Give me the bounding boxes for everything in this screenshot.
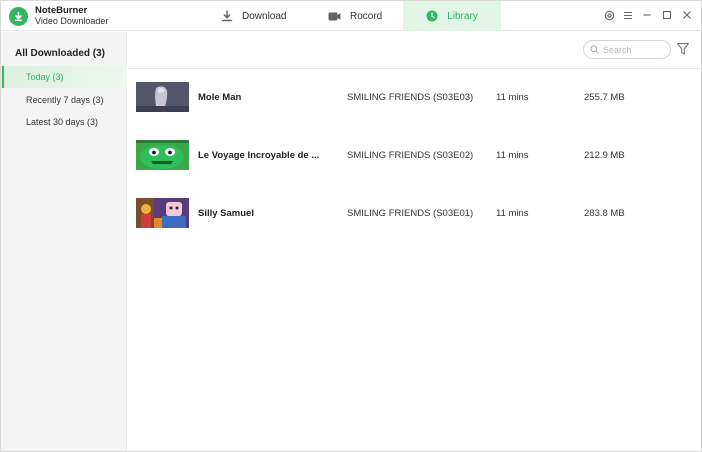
app-subtitle: Video Downloader <box>35 16 109 26</box>
tab-record[interactable]: Rocord <box>328 1 382 31</box>
close-icon <box>683 11 691 19</box>
menu-icon <box>624 11 632 19</box>
video-size: 212.9 MB <box>584 149 625 161</box>
video-duration: 11 mins <box>496 91 529 103</box>
tab-download-label: Download <box>242 10 287 22</box>
sidebar: All Downloaded (3) Today (3) Recently 7 … <box>1 32 127 451</box>
video-title: Silly Samuel <box>198 207 254 219</box>
filter-icon <box>676 42 690 55</box>
video-thumbnail <box>136 82 189 112</box>
sidebar-item-latest-30-days[interactable]: Latest 30 days (3) <box>1 111 127 133</box>
sidebar-item-recently-7-days[interactable]: Recently 7 days (3) <box>1 89 127 111</box>
video-size: 255.7 MB <box>584 91 625 103</box>
menu-button[interactable] <box>621 8 635 22</box>
sidebar-item-today[interactable]: Today (3) <box>1 66 127 88</box>
video-thumbnail <box>136 198 189 228</box>
video-row-mole-man[interactable]: Mole Man SMILING FRIENDS (S03E03) 11 min… <box>128 68 701 126</box>
minimize-icon <box>643 14 651 16</box>
filter-button[interactable] <box>676 42 690 56</box>
clock-icon <box>426 10 438 22</box>
maximize-icon <box>662 10 672 20</box>
video-duration: 11 mins <box>496 207 529 219</box>
close-button[interactable] <box>680 8 694 22</box>
search-icon <box>590 45 599 54</box>
video-series: SMILING FRIENDS (S03E02) <box>347 149 474 161</box>
record-camera-icon <box>328 12 341 20</box>
maximize-button[interactable] <box>660 8 674 22</box>
minimize-button[interactable] <box>640 8 654 22</box>
settings-button[interactable] <box>602 8 616 22</box>
video-duration: 11 mins <box>496 149 529 161</box>
search-input[interactable] <box>603 44 663 55</box>
app-name: NoteBurner <box>35 5 88 16</box>
video-series: SMILING FRIENDS (S03E03) <box>347 91 474 103</box>
tab-library[interactable]: Library <box>403 1 501 31</box>
video-series: SMILING FRIENDS (S03E01) <box>347 207 474 219</box>
video-thumbnail <box>136 140 189 170</box>
library-toolbar <box>128 32 701 69</box>
tab-record-label: Rocord <box>350 10 383 22</box>
app-logo-icon <box>9 6 28 26</box>
video-title: Mole Man <box>198 91 242 103</box>
video-row-le-voyage[interactable]: Le Voyage Incroyable de ... SMILING FRIE… <box>128 126 701 184</box>
tab-download[interactable]: Download <box>221 1 286 31</box>
app-brand: NoteBurner Video Downloader <box>9 5 108 27</box>
download-icon <box>221 10 233 22</box>
gear-icon <box>604 10 614 20</box>
search-box[interactable] <box>583 40 671 59</box>
title-bar: NoteBurner Video Downloader Download Roc… <box>1 1 701 31</box>
video-row-silly-samuel[interactable]: Silly Samuel SMILING FRIENDS (S03E01) 11… <box>128 184 701 242</box>
sidebar-heading-all-downloaded[interactable]: All Downloaded (3) <box>15 48 105 59</box>
app-window: NoteBurner Video Downloader Download Roc… <box>0 0 702 452</box>
video-size: 283.8 MB <box>584 207 625 219</box>
tab-library-label: Library <box>447 10 478 22</box>
video-title: Le Voyage Incroyable de ... <box>198 149 320 161</box>
